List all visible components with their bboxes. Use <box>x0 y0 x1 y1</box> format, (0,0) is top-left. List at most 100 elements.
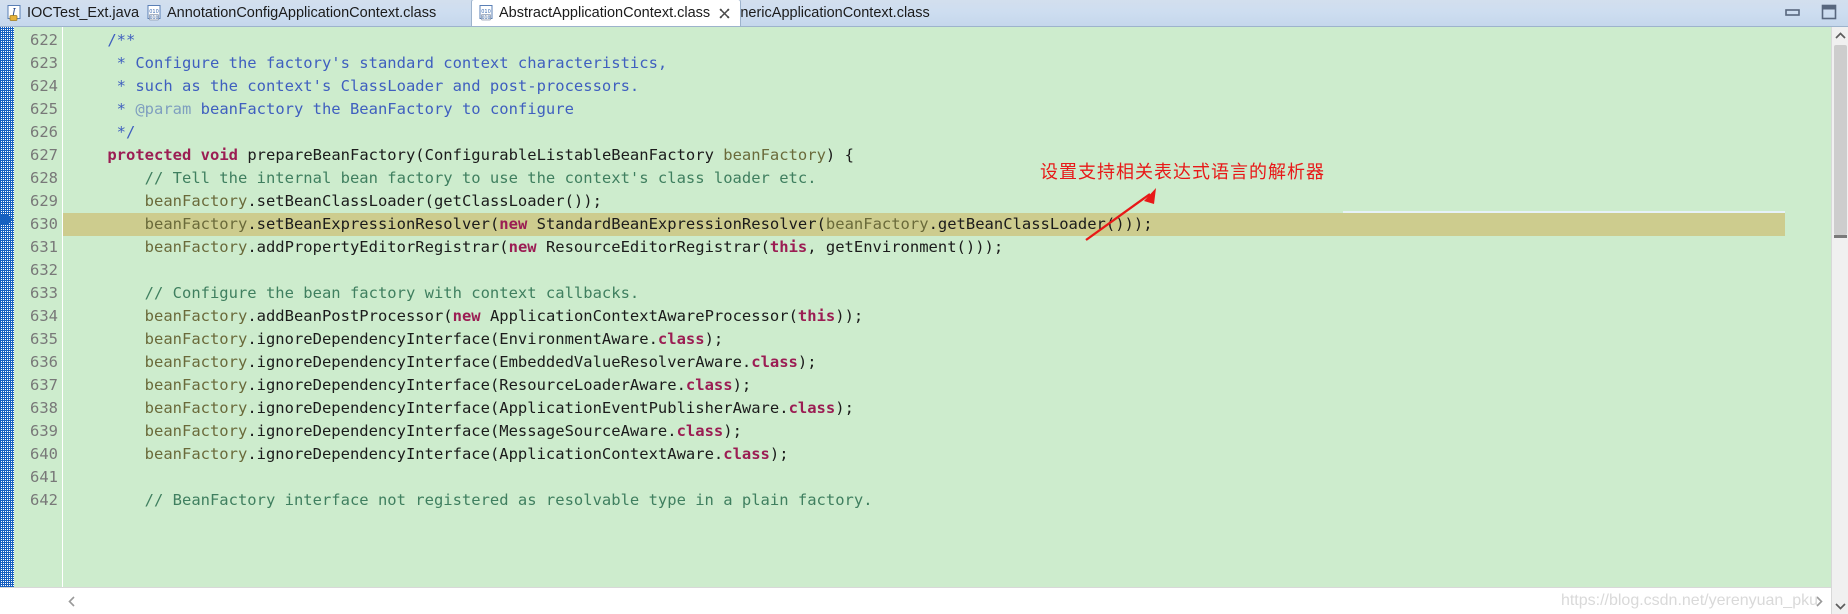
code-token: this <box>769 238 808 256</box>
code-token: beanFactory <box>144 330 248 348</box>
line-number-gutter[interactable]: 622 623 624 625 626 627 628 629 630 631 632 633 634 6… <box>14 27 73 587</box>
code-token: .ignoreDependencyInterface(ResourceLoade… <box>247 376 686 394</box>
code-line[interactable]: // BeanFactory interface not registered … <box>63 489 1785 512</box>
horizontal-scrollbar[interactable] <box>0 587 1831 614</box>
code-line[interactable]: beanFactory.ignoreDependencyInterface(Ap… <box>63 397 1785 420</box>
line-number: 639 <box>30 422 58 440</box>
code-line[interactable]: protected void prepareBeanFactory(Config… <box>63 144 1785 167</box>
vertical-scrollbar[interactable] <box>1831 27 1848 614</box>
code-line[interactable]: beanFactory.setBeanExpressionResolver(ne… <box>63 213 1785 236</box>
code-line[interactable]: beanFactory.setBeanClassLoader(getClassL… <box>63 190 1785 213</box>
line-number: 641 <box>30 468 58 486</box>
code-token: beanFactory <box>144 422 248 440</box>
code-token: class <box>657 330 705 348</box>
code-token: beanFactory <box>144 192 248 210</box>
line-number: 634 <box>30 307 58 325</box>
scroll-down-arrow-icon[interactable] <box>1832 597 1848 614</box>
line-number: 642 <box>30 491 58 509</box>
code-token: beanFactory <box>144 353 248 371</box>
code-token: beanFactory <box>825 215 929 233</box>
code-token: .setBeanExpressionResolver( <box>247 215 500 233</box>
line-number: 635 <box>30 330 58 348</box>
tab-1[interactable]: J IOCTest_Ext.java <box>0 0 148 26</box>
code-line[interactable] <box>63 259 1785 282</box>
code-token: .ignoreDependencyInterface(ApplicationEv… <box>247 399 789 417</box>
code-token: .getBeanClassLoader())); <box>928 215 1153 233</box>
code-text-area[interactable]: /** * Configure the factory's standard c… <box>63 27 1785 587</box>
code-token: void <box>200 146 238 164</box>
code-token: * such as the context's ClassLoader and … <box>70 77 640 95</box>
code-token: class <box>685 376 733 394</box>
code-line[interactable]: * such as the context's ClassLoader and … <box>63 75 1785 98</box>
line-number: 626 <box>30 123 58 141</box>
code-token: class <box>676 422 724 440</box>
code-token: .ignoreDependencyInterface(ApplicationCo… <box>247 445 724 463</box>
code-token: ); <box>704 330 724 348</box>
scroll-left-arrow-icon[interactable] <box>64 593 80 609</box>
tab-list: J IOCTest_Ext.java 010 010 AnnotationConfigA… <box>0 0 1100 26</box>
code-token: new <box>499 215 528 233</box>
tab-2[interactable]: 010 010 AnnotationConfigApplicationContext… <box>140 0 445 26</box>
code-line[interactable]: beanFactory.addBeanPostProcessor(new App… <box>63 305 1785 328</box>
code-token: new <box>508 238 537 256</box>
line-number: 624 <box>30 77 58 95</box>
tab-3[interactable]: 010 010 AbstractApplicationContext.class <box>471 0 742 26</box>
maximize-button[interactable] <box>1820 4 1838 20</box>
code-token: protected <box>107 146 192 164</box>
line-number: 622 <box>30 31 58 49</box>
code-line[interactable]: // Configure the bean factory with conte… <box>63 282 1785 305</box>
code-line[interactable]: beanFactory.ignoreDependencyInterface(Ap… <box>63 443 1785 466</box>
line-number: 636 <box>30 353 58 371</box>
code-line[interactable]: beanFactory.ignoreDependencyInterface(En… <box>63 328 1785 351</box>
line-number: 627 <box>30 146 58 164</box>
code-token: /** <box>70 31 136 49</box>
code-token: // Configure the bean factory with conte… <box>70 284 640 302</box>
java-file-icon: J <box>7 5 22 21</box>
code-token: ); <box>732 376 752 394</box>
code-line[interactable]: */ <box>63 121 1785 144</box>
code-line[interactable]: /** <box>63 29 1785 52</box>
code-token: ) { <box>825 146 854 164</box>
minimize-button[interactable] <box>1784 4 1802 20</box>
code-token: new <box>452 307 481 325</box>
code-token: .setBeanClassLoader(getClassLoader()); <box>247 192 602 210</box>
scroll-up-arrow-icon[interactable] <box>1832 27 1848 44</box>
annotation-ruler[interactable] <box>0 27 14 587</box>
code-line[interactable]: beanFactory.addPropertyEditorRegistrar(n… <box>63 236 1785 259</box>
code-token: prepareBeanFactory(ConfigurableListableB… <box>238 146 724 164</box>
vertical-scrollbar-thumb[interactable] <box>1834 45 1847 235</box>
code-token: .ignoreDependencyInterface(EnvironmentAw… <box>247 330 658 348</box>
code-line[interactable]: // Tell the internal bean factory to use… <box>63 167 1785 190</box>
tab-close-icon[interactable] <box>718 7 731 20</box>
code-line[interactable]: * Configure the factory's standard conte… <box>63 52 1785 75</box>
svg-text:010: 010 <box>482 15 491 21</box>
code-token: // BeanFactory interface not registered … <box>70 491 873 509</box>
tab-label: GenericApplicationContext.class <box>721 5 930 21</box>
code-token: class <box>723 445 770 463</box>
code-line[interactable]: * @param beanFactory the BeanFactory to … <box>63 98 1785 121</box>
code-line[interactable]: beanFactory.ignoreDependencyInterface(Em… <box>63 351 1785 374</box>
code-token: ); <box>723 422 742 440</box>
eclipse-editor-window: J IOCTest_Ext.java 010 010 AnnotationConfigA… <box>0 0 1848 614</box>
code-line[interactable] <box>63 466 1785 489</box>
code-line[interactable]: beanFactory.ignoreDependencyInterface(Re… <box>63 374 1785 397</box>
line-number: 638 <box>30 399 58 417</box>
code-token: beanFactory <box>144 215 248 233</box>
tab-label: IOCTest_Ext.java <box>27 5 140 21</box>
line-number: 633 <box>30 284 58 302</box>
code-editor[interactable]: 622 623 624 625 626 627 628 629 630 631 632 633 634 6… <box>0 27 1848 614</box>
code-token: beanFactory the BeanFactory to configure <box>191 100 574 118</box>
class-file-icon: 010010 <box>479 5 494 21</box>
code-line[interactable]: beanFactory.ignoreDependencyInterface(Me… <box>63 420 1785 443</box>
line-number: 631 <box>30 238 58 256</box>
code-token: StandardBeanExpressionResolver( <box>527 215 826 233</box>
class-file-icon: 010010 <box>147 5 162 21</box>
line-number: 625 <box>30 100 58 118</box>
